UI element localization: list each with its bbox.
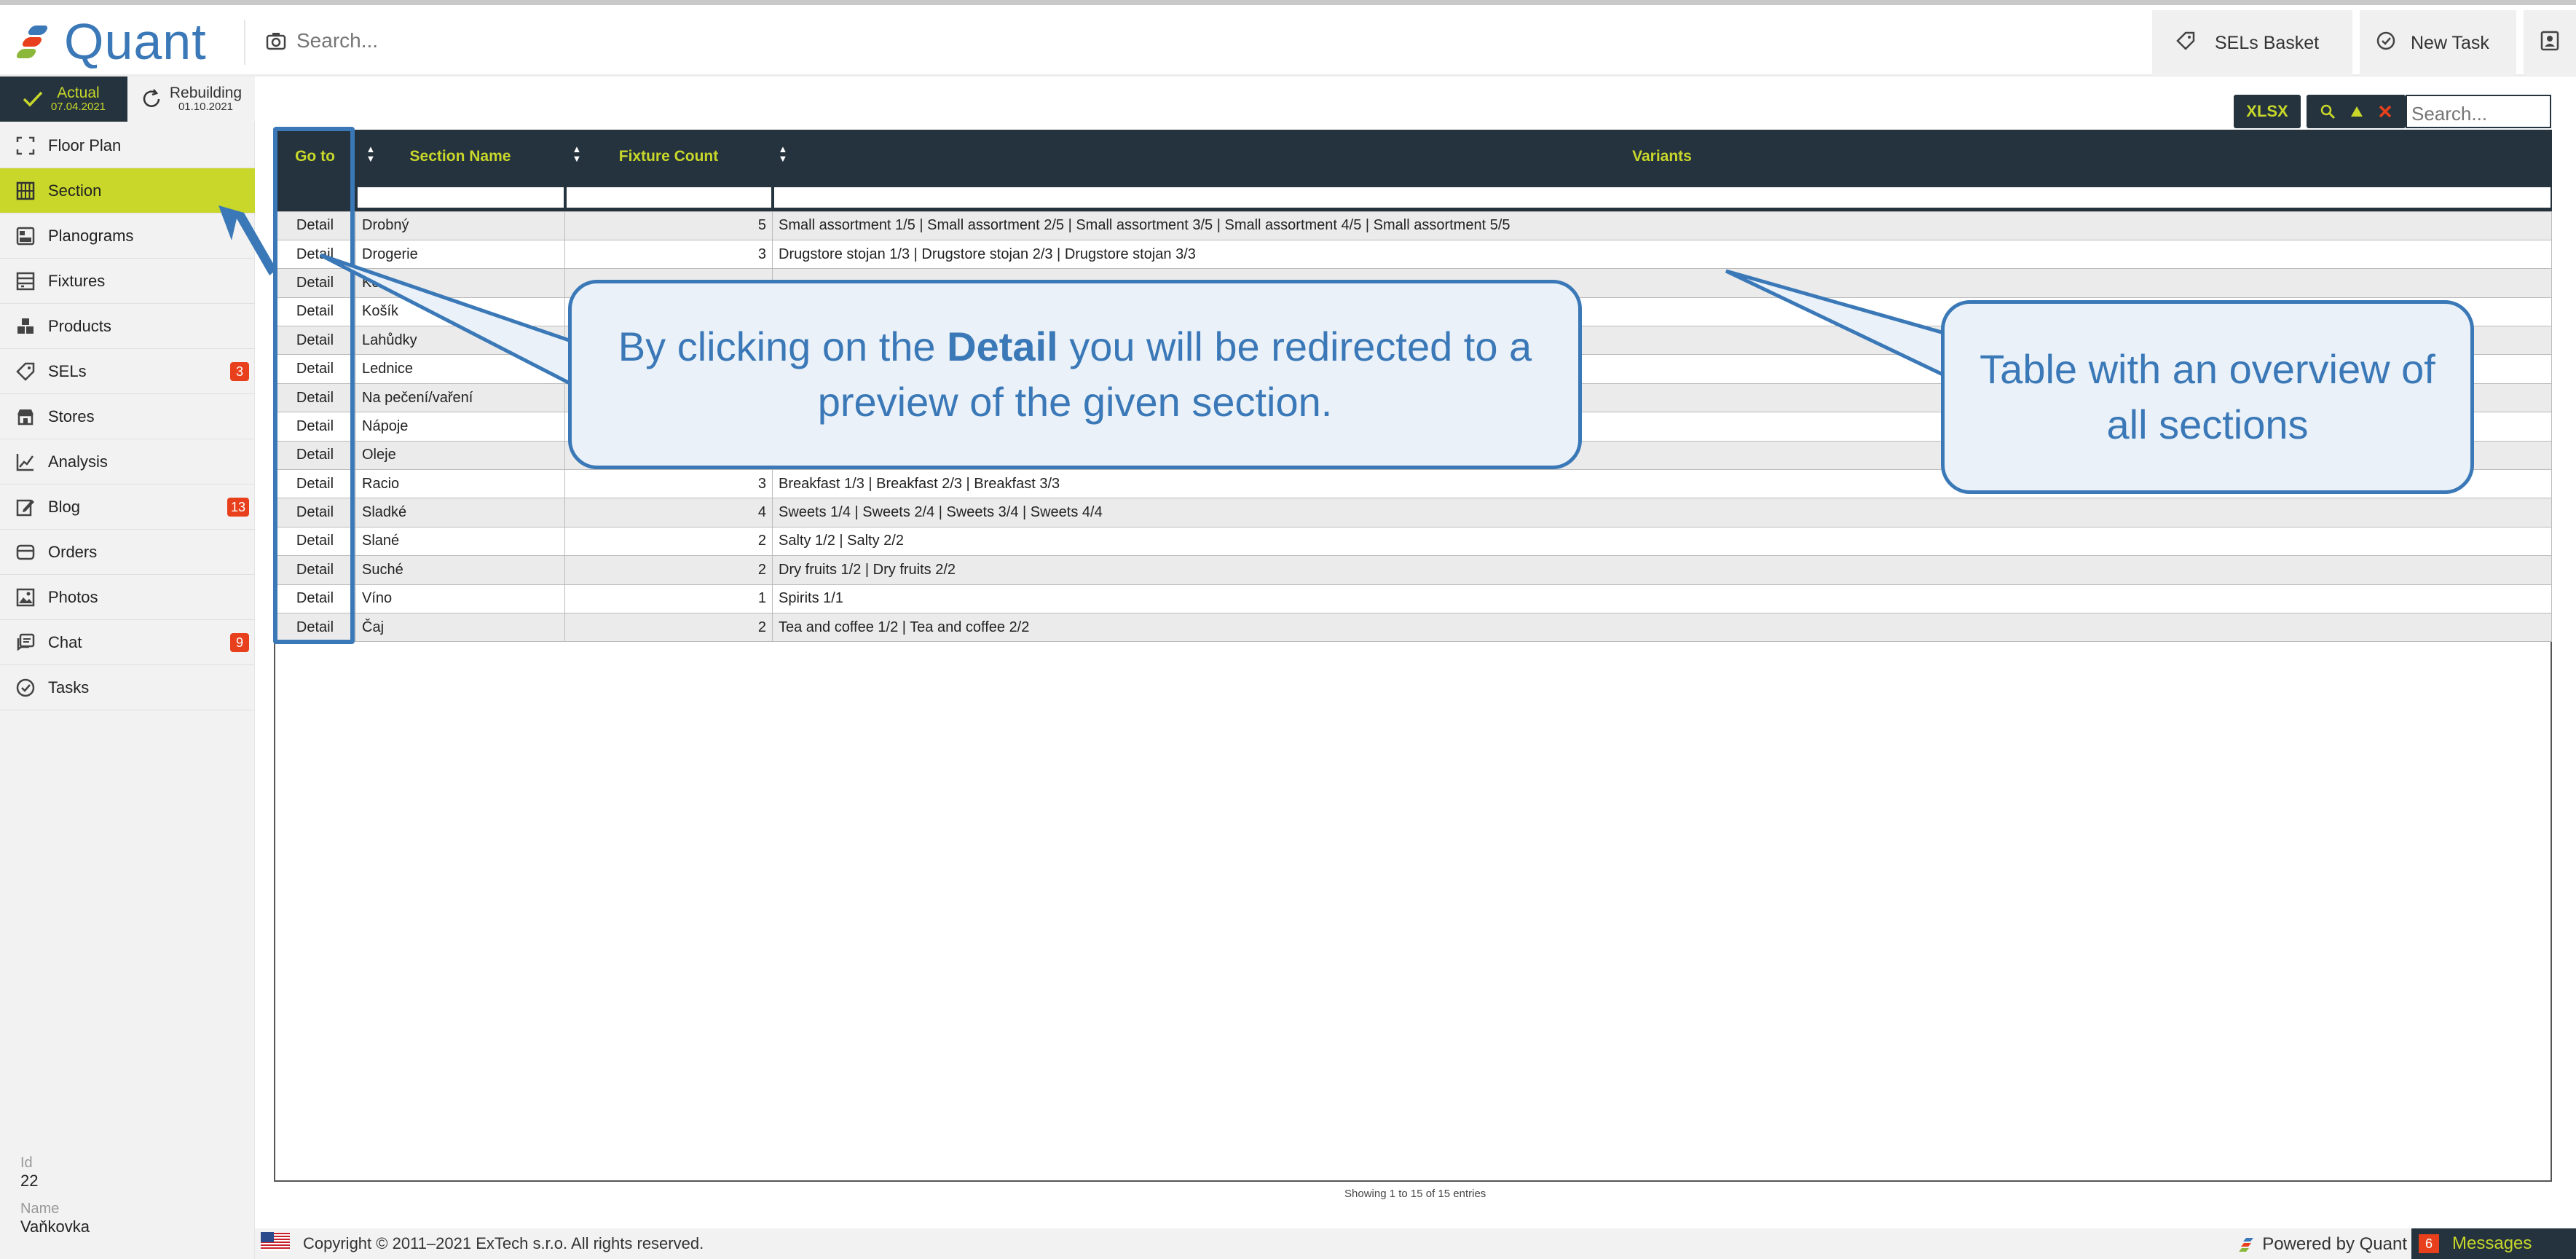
us-flag-icon[interactable] (261, 1232, 290, 1255)
powered-by: Powered by Quant (2239, 1234, 2407, 1255)
quant-small-icon (2239, 1238, 2254, 1252)
messages-badge: 6 (2419, 1234, 2439, 1253)
callout-overview: Table with an overview of all sections (1941, 300, 2474, 494)
arrow-to-section (218, 205, 277, 275)
callout-tail-detail (319, 253, 578, 390)
footer-bar: Copyright © 2011–2021 ExTech s.r.o. All … (255, 1228, 2576, 1259)
messages-label: Messages (2452, 1233, 2532, 1253)
callout-tail-overview (1725, 269, 1954, 382)
callout-detail: By clicking on the Detail you will be re… (568, 280, 1582, 469)
copyright: Copyright © 2011–2021 ExTech s.r.o. All … (303, 1234, 704, 1252)
callout-arrows (218, 205, 1954, 390)
messages-button[interactable]: 6 Messages (2411, 1228, 2576, 1259)
